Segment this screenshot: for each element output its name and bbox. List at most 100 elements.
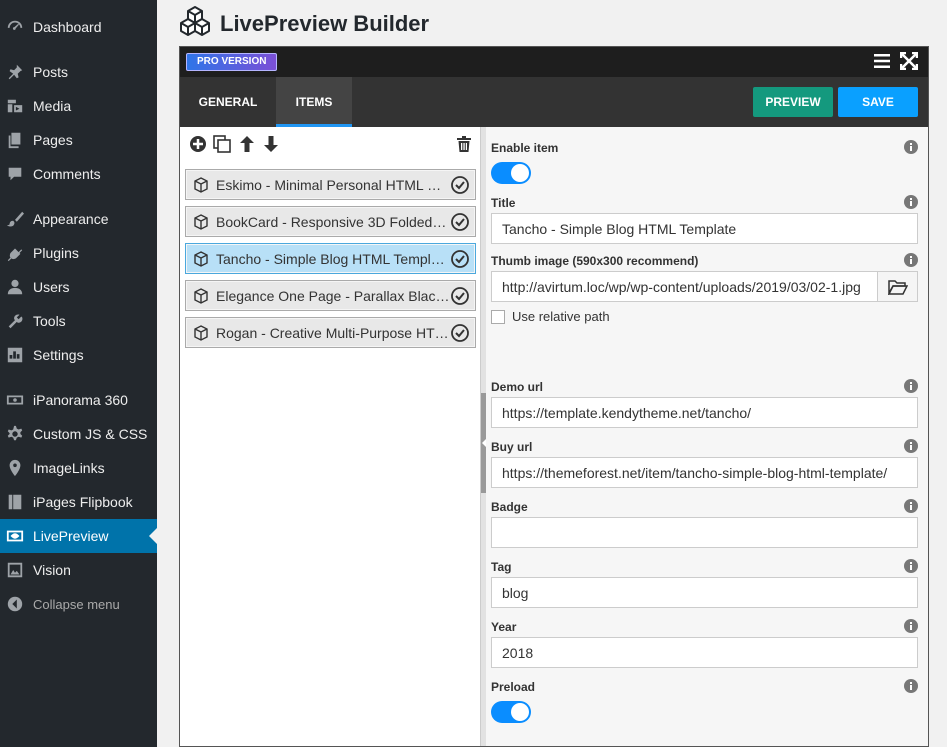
sidebar-item-label: Users: [33, 279, 70, 295]
thumb-image-field: Thumb image (590x300 recommend) Use rela…: [491, 253, 918, 324]
sidebar-item-label: Pages: [33, 132, 73, 148]
sidebar-item-label: Settings: [33, 347, 84, 363]
location-pin-icon: [5, 458, 25, 478]
info-icon[interactable]: [904, 499, 918, 513]
year-input[interactable]: [491, 637, 918, 668]
info-icon[interactable]: [904, 619, 918, 633]
sidebar-item-settings[interactable]: Settings: [0, 338, 157, 372]
sidebar-item-media[interactable]: Media: [0, 89, 157, 123]
dashboard-icon: [5, 17, 25, 37]
builder-window: PRO VERSION GENERAL ITEMS PREVIEW SAVE E…: [179, 46, 929, 747]
sidebar-item-livepreview[interactable]: LivePreview: [0, 519, 157, 553]
badge-field: Badge: [491, 499, 918, 548]
preview-button[interactable]: PREVIEW: [753, 87, 833, 117]
hamburger-menu-icon[interactable]: [874, 53, 890, 69]
items-toolbar: [180, 127, 480, 161]
items-panel: Eskimo - Minimal Personal HTML Blog Temp…: [180, 127, 480, 746]
sidebar-item-imagelinks[interactable]: ImageLinks: [0, 451, 157, 485]
builder-topbar: PRO VERSION: [180, 47, 928, 77]
sidebar-item-posts[interactable]: Posts: [0, 55, 157, 89]
relative-path-checkbox[interactable]: [491, 309, 505, 324]
box-icon: [193, 250, 209, 267]
move-up-icon[interactable]: [238, 135, 256, 153]
sidebar-item-plugins[interactable]: Plugins: [0, 236, 157, 270]
pin-icon: [5, 62, 25, 82]
info-icon[interactable]: [904, 379, 918, 393]
trash-icon[interactable]: [455, 135, 473, 153]
sidebar-item-custom-js-css[interactable]: Custom JS & CSS: [0, 417, 157, 451]
fullscreen-icon[interactable]: [899, 51, 919, 71]
list-item-title: Elegance One Page - Parallax Black Templ…: [216, 287, 450, 304]
sidebar-item-appearance[interactable]: Appearance: [0, 202, 157, 236]
save-button[interactable]: SAVE: [838, 87, 918, 117]
tab-items[interactable]: ITEMS: [276, 77, 352, 127]
info-icon[interactable]: [904, 679, 918, 693]
collapse-icon: [5, 594, 25, 614]
relative-path-label: Use relative path: [512, 309, 610, 324]
box-icon: [193, 176, 209, 193]
check-circle-icon[interactable]: [451, 324, 469, 342]
sidebar-item-vision[interactable]: Vision: [0, 553, 157, 587]
cubes-icon: [178, 5, 212, 44]
box-icon: [193, 213, 209, 230]
move-down-icon[interactable]: [262, 135, 280, 153]
pro-version-badge[interactable]: PRO VERSION: [186, 53, 278, 71]
tag-field: Tag: [491, 559, 918, 608]
enable-item-toggle[interactable]: [491, 162, 531, 184]
thumb-image-input[interactable]: [491, 271, 878, 302]
list-item-title: Eskimo - Minimal Personal HTML Blog Temp…: [216, 176, 450, 193]
list-item[interactable]: Rogan - Creative Multi-Purpose HTML Temp…: [185, 317, 476, 348]
sidebar-item-ipanorama[interactable]: iPanorama 360: [0, 383, 157, 417]
panorama-icon: [5, 390, 25, 410]
check-circle-icon[interactable]: [451, 176, 469, 194]
sidebar-item-users[interactable]: Users: [0, 270, 157, 304]
demo-url-label: Demo url: [491, 380, 544, 394]
title-field: Title: [491, 195, 918, 244]
badge-input[interactable]: [491, 517, 918, 548]
title-input[interactable]: [491, 213, 918, 244]
info-icon[interactable]: [904, 559, 918, 573]
enable-item-label: Enable item: [491, 141, 559, 155]
tag-label: Tag: [491, 560, 512, 574]
sidebar-item-label: iPanorama 360: [33, 392, 128, 408]
sidebar-item-tools[interactable]: Tools: [0, 304, 157, 338]
buy-url-label: Buy url: [491, 440, 533, 454]
tab-general[interactable]: GENERAL: [180, 77, 276, 127]
year-label: Year: [491, 620, 517, 634]
check-circle-icon[interactable]: [451, 213, 469, 231]
sidebar-item-comments[interactable]: Comments: [0, 157, 157, 191]
sidebar-item-label: Dashboard: [33, 19, 102, 35]
sidebar-item-pages[interactable]: Pages: [0, 123, 157, 157]
list-item[interactable]: BookCard - Responsive 3D Folded vCard: [185, 206, 476, 237]
copy-item-icon[interactable]: [213, 135, 231, 153]
check-circle-icon[interactable]: [451, 250, 469, 268]
tag-input[interactable]: [491, 577, 918, 608]
sidebar-item-label: Tools: [33, 313, 66, 329]
browse-folder-button[interactable]: [878, 271, 918, 302]
buy-url-input[interactable]: [491, 457, 918, 488]
list-item[interactable]: Tancho - Simple Blog HTML Template: [185, 243, 476, 274]
thumb-image-label: Thumb image (590x300 recommend): [491, 254, 699, 268]
sidebar-item-ipages-flipbook[interactable]: iPages Flipbook: [0, 485, 157, 519]
sidebar-item-dashboard[interactable]: Dashboard: [0, 10, 157, 44]
list-item[interactable]: Elegance One Page - Parallax Black Templ…: [185, 280, 476, 311]
info-icon[interactable]: [904, 140, 918, 154]
list-item[interactable]: Eskimo - Minimal Personal HTML Blog Temp…: [185, 169, 476, 200]
check-circle-icon[interactable]: [451, 287, 469, 305]
info-icon[interactable]: [904, 439, 918, 453]
add-item-icon[interactable]: [189, 135, 207, 153]
title-label: Title: [491, 196, 516, 210]
demo-url-input[interactable]: [491, 397, 918, 428]
collapse-menu-button[interactable]: Collapse menu: [0, 587, 157, 621]
preload-toggle[interactable]: [491, 701, 531, 723]
eye-icon: [5, 526, 25, 546]
info-icon[interactable]: [904, 253, 918, 267]
sidebar-item-label: Appearance: [33, 211, 109, 227]
list-item-title: BookCard - Responsive 3D Folded vCard: [216, 213, 450, 230]
info-icon[interactable]: [904, 195, 918, 209]
builder-tabs-bar: GENERAL ITEMS PREVIEW SAVE: [180, 77, 928, 127]
items-list: Eskimo - Minimal Personal HTML Blog Temp…: [185, 169, 476, 354]
list-item-title: Rogan - Creative Multi-Purpose HTML Temp…: [216, 324, 450, 341]
page-header: LivePreview Builder: [178, 5, 429, 44]
sidebar-item-label: ImageLinks: [33, 460, 105, 476]
